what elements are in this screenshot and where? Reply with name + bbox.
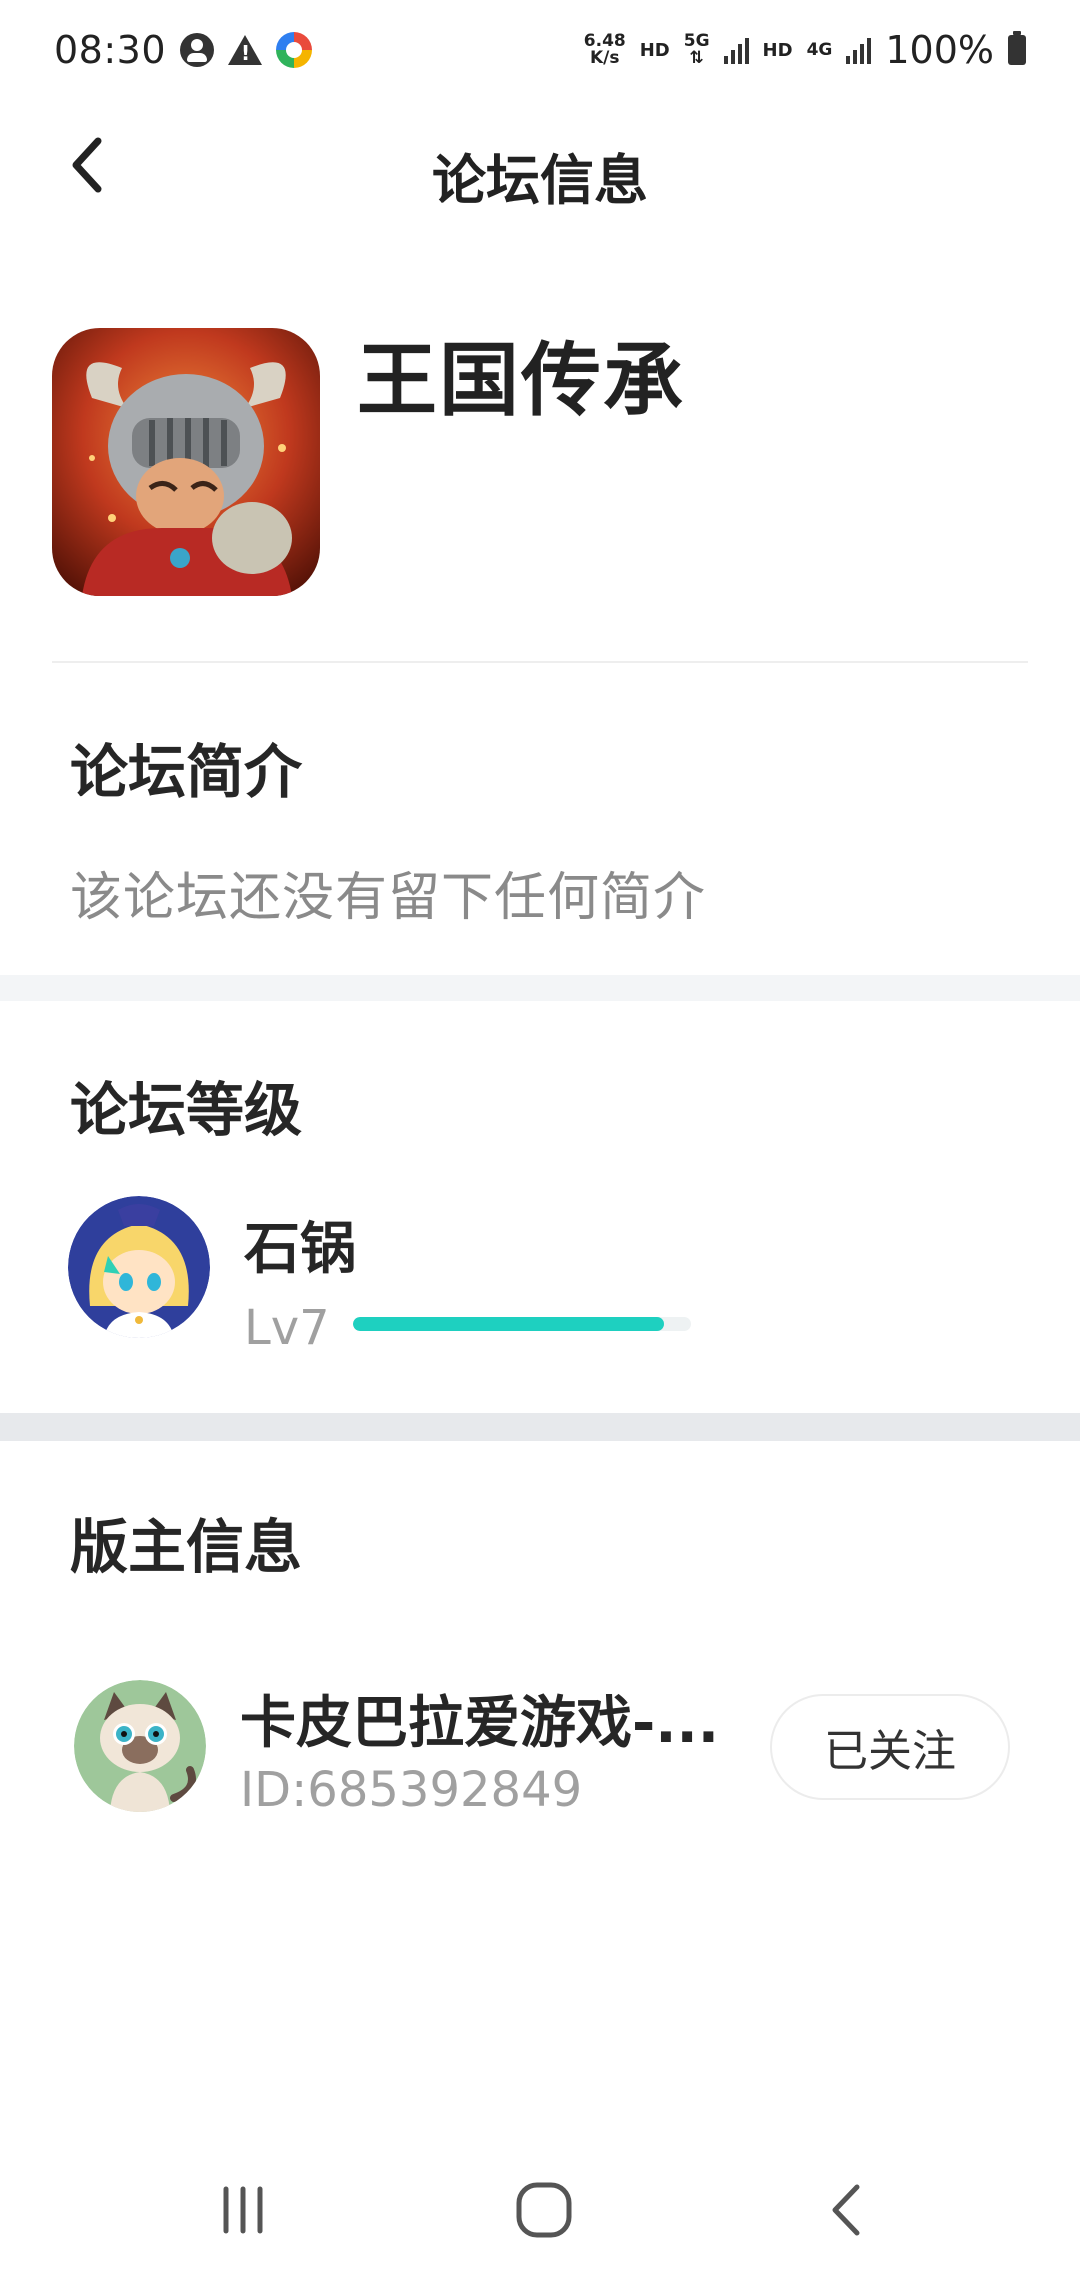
section-separator-2 bbox=[0, 1413, 1080, 1441]
forum-name: 王国传承 bbox=[357, 334, 685, 427]
moderator-id: ID:685392849 bbox=[240, 1762, 583, 1818]
section-separator bbox=[0, 975, 1080, 1001]
battery-icon bbox=[1008, 31, 1026, 65]
user-avatar-icon bbox=[68, 1196, 210, 1338]
back-icon bbox=[832, 2184, 860, 2236]
divider bbox=[52, 661, 1028, 663]
home-icon bbox=[516, 2182, 572, 2238]
network-speed-unit: K/s bbox=[590, 48, 620, 68]
warning-icon bbox=[228, 35, 263, 65]
home-button[interactable] bbox=[484, 2170, 604, 2250]
intro-text: 该论坛还没有留下任何简介 bbox=[70, 868, 707, 928]
status-left: 08:30 bbox=[54, 28, 313, 72]
network-4g: 4G bbox=[806, 39, 833, 60]
status-right: 6.48 K/s HD 5G ⇅ HD 4G 100% bbox=[584, 28, 1026, 72]
level-progress-fill bbox=[353, 1317, 664, 1331]
data-arrows-icon: ⇅ bbox=[689, 48, 704, 68]
network-speed: 6.48 K/s bbox=[584, 33, 626, 67]
header: 论坛信息 bbox=[0, 100, 1080, 230]
intro-section-title: 论坛简介 bbox=[70, 738, 303, 806]
app-notification-icon bbox=[276, 32, 313, 68]
moderator-avatar[interactable] bbox=[74, 1680, 206, 1812]
level-progress-bar bbox=[353, 1317, 691, 1331]
forum-info-page: 08:30 6.48 K/s HD 5G ⇅ HD 4G bbox=[0, 0, 1080, 2280]
level-avatar bbox=[68, 1196, 210, 1338]
signal-icon-2 bbox=[846, 36, 872, 64]
status-time: 08:30 bbox=[54, 28, 167, 72]
hd-badge: HD bbox=[639, 39, 670, 61]
moderator-name[interactable]: 卡皮巴拉爱游戏-... bbox=[240, 1678, 720, 1759]
account-icon bbox=[180, 33, 215, 67]
status-bar: 08:30 6.48 K/s HD 5G ⇅ HD 4G bbox=[0, 0, 1080, 100]
system-nav-bar bbox=[0, 2140, 1080, 2280]
hd-badge-2: HD bbox=[762, 39, 793, 61]
level-name: 石锅 bbox=[244, 1217, 356, 1282]
nav-back-button[interactable] bbox=[788, 2170, 908, 2250]
cat-avatar-icon bbox=[74, 1680, 206, 1812]
signal-icon bbox=[723, 36, 749, 64]
level-section-title: 论坛等级 bbox=[70, 1076, 303, 1144]
moderator-section-title: 版主信息 bbox=[70, 1513, 303, 1581]
knight-game-icon bbox=[52, 328, 320, 596]
battery-percent: 100% bbox=[885, 28, 994, 72]
forum-game-icon bbox=[52, 328, 320, 596]
network-5g: 5G ⇅ bbox=[684, 33, 710, 67]
network-4g-label: 4G bbox=[806, 39, 833, 60]
page-title: 论坛信息 bbox=[432, 149, 648, 212]
level-label: Lv7 bbox=[244, 1300, 330, 1356]
recents-icon bbox=[223, 2186, 263, 2234]
follow-button[interactable]: 已关注 bbox=[770, 1694, 1010, 1800]
recents-button[interactable] bbox=[183, 2170, 303, 2250]
